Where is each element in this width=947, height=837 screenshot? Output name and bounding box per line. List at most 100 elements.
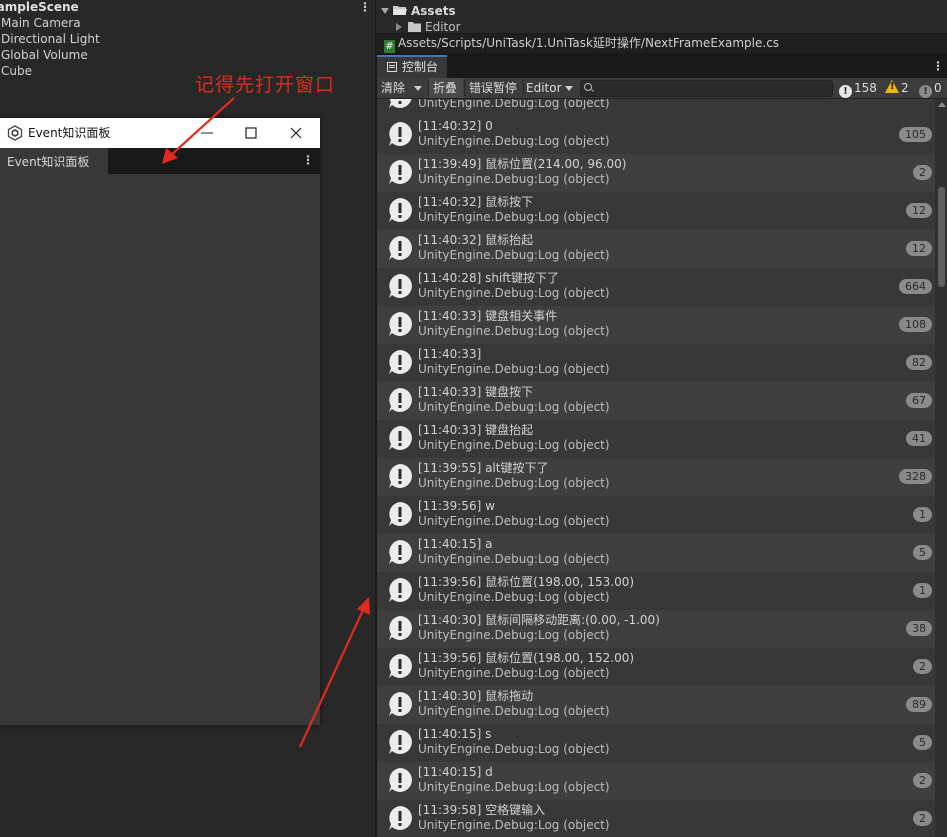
- log-entry[interactable]: [11:39:49] 鼠标位置(214.00, 96.00) UnityEngin…: [377, 154, 935, 192]
- clear-button[interactable]: 清除: [381, 78, 408, 98]
- log-entry[interactable]: [11:39:56] w UnityEngine.Debug:Log (objec…: [377, 496, 935, 534]
- hierarchy-item-directional-light[interactable]: Directional Light: [1, 31, 100, 47]
- log-count-badge: 89: [906, 697, 932, 712]
- info-icon: [389, 578, 412, 602]
- log-source: UnityEngine.Debug:Log (object): [418, 514, 610, 528]
- log-entry[interactable]: [11:40:28] shift键按下了 UnityEngine.Debug:Lo…: [377, 268, 935, 306]
- info-icon: [389, 464, 412, 488]
- log-entry[interactable]: [11:40:33] 键盘相关事件 UnityEngine.Debug:Log (…: [377, 306, 935, 344]
- log-message: [11:40:33] 键盘按下: [418, 385, 534, 399]
- console-icon: [387, 62, 397, 72]
- log-entry[interactable]: [11:40:33] 键盘抬起 UnityEngine.Debug:Log (ob…: [377, 420, 935, 458]
- log-count-badge: 41: [906, 431, 932, 446]
- log-entry[interactable]: [11:40:15] s UnityEngine.Debug:Log (objec…: [377, 724, 935, 762]
- collapse-toggle[interactable]: 折叠: [429, 78, 463, 98]
- editor-folder[interactable]: Editor: [396, 20, 461, 34]
- log-source: UnityEngine.Debug:Log (object): [418, 172, 610, 186]
- log-entry[interactable]: [11:39:58] 空格键输入 UnityEngine.Debug:Log (o…: [377, 800, 935, 837]
- log-source: UnityEngine.Debug:Log (object): [418, 210, 610, 224]
- annotation-text: 记得先打开窗口: [195, 74, 336, 96]
- log-count-badge: 2: [913, 773, 932, 788]
- warning-count-toggle[interactable]: 2: [885, 78, 909, 98]
- log-entry[interactable]: [11:40:32] 鼠标按下 UnityEngine.Debug:Log (ob…: [377, 192, 935, 230]
- assets-folder[interactable]: Assets: [381, 3, 456, 19]
- chevron-down-icon: [564, 86, 573, 91]
- log-count-badge: 664: [899, 279, 932, 294]
- log-source: UnityEngine.Debug:Log (object): [418, 666, 610, 680]
- log-count-badge: 1: [913, 507, 932, 522]
- log-source: UnityEngine.Debug:Log (object): [418, 742, 610, 756]
- log-source: UnityEngine.Debug:Log (object): [418, 362, 610, 376]
- log-message: [11:40:32] 鼠标按下: [418, 195, 534, 209]
- log-message: [11:40:33]: [418, 347, 482, 361]
- tab-console[interactable]: 控制台: [377, 55, 447, 78]
- log-message: [11:40:32] 0: [418, 119, 493, 133]
- log-entry[interactable]: [11:40:33] UnityEngine.Debug:Log (object)…: [377, 344, 935, 382]
- info-count-toggle[interactable]: ! 158: [839, 78, 877, 98]
- error-count: 0: [934, 81, 942, 95]
- scrollbar-thumb[interactable]: [938, 187, 945, 287]
- tab-event-knowledge[interactable]: Event知识面板: [0, 148, 108, 174]
- info-icon: [389, 274, 412, 298]
- log-entry[interactable]: [11:40:33] 键盘按下 UnityEngine.Debug:Log (ob…: [377, 382, 935, 420]
- warning-icon: [885, 80, 899, 93]
- log-entry[interactable]: [11:39:56] 鼠标位置(198.00, 153.00) UnityEngi…: [377, 572, 935, 610]
- folder-open-icon: [393, 6, 407, 15]
- log-message: [11:40:15] s: [418, 727, 492, 741]
- error-pause-toggle[interactable]: 错误暂停: [469, 78, 523, 98]
- hierarchy-menu-icon[interactable]: ⋮: [359, 0, 371, 14]
- window-menu-icon[interactable]: ⋮: [302, 153, 314, 167]
- window-tabbar: Event知识面板 ⋮: [0, 148, 320, 174]
- console-tab-label: 控制台: [402, 60, 439, 74]
- hierarchy-item-main-camera[interactable]: Main Camera: [1, 15, 81, 31]
- log-entry[interactable]: [11:39:56] 鼠标位置(198.00, 152.00) UnityEngi…: [377, 648, 935, 686]
- log-message: [11:39:58] 空格键输入: [418, 803, 546, 817]
- log-entry[interactable]: [11:40:32] 鼠标抬起 UnityEngine.Debug:Log (ob…: [377, 230, 935, 268]
- info-icon: [389, 388, 412, 412]
- clear-options-dropdown[interactable]: [411, 78, 425, 98]
- info-count: 158: [854, 81, 877, 95]
- editor-target-dropdown[interactable]: Editor: [526, 78, 576, 98]
- log-source: UnityEngine.Debug:Log (object): [418, 476, 610, 490]
- close-icon[interactable]: [289, 126, 303, 140]
- hierarchy-item-global-volume[interactable]: Global Volume: [1, 47, 88, 63]
- info-icon: [389, 122, 412, 146]
- info-icon: [389, 236, 412, 260]
- log-entry[interactable]: [11:40:15] d UnityEngine.Debug:Log (objec…: [377, 762, 935, 800]
- maximize-icon[interactable]: [244, 126, 258, 140]
- scroll-up-icon[interactable]: [938, 102, 946, 107]
- console-panel: 控制台 ⋮ 清除 折叠 错误暂停 Editor !158 2 !0 UnityE…: [376, 53, 947, 837]
- log-entry[interactable]: [11:40:30] 鼠标间隔移动距离:(0.00, -1.00) UnityEn…: [377, 610, 935, 648]
- info-icon: [389, 426, 412, 450]
- window-titlebar[interactable]: Event知识面板: [0, 118, 320, 148]
- console-search-input[interactable]: [580, 80, 833, 97]
- asset-path-bar: # Assets/Scripts/UniTask/1.UniTask延时操作/Ne…: [376, 33, 947, 53]
- log-message: [11:40:30] 鼠标间隔移动距离:(0.00, -1.00): [418, 613, 660, 627]
- log-count-badge: 2: [913, 165, 932, 180]
- console-scrollbar[interactable]: [935, 99, 947, 837]
- editor-target-label: Editor: [526, 81, 562, 95]
- collapse-arrow-icon[interactable]: [396, 23, 402, 31]
- window-title: Event知识面板: [28, 126, 111, 140]
- error-icon: !: [919, 85, 932, 98]
- log-entry[interactable]: [11:40:15] a UnityEngine.Debug:Log (objec…: [377, 534, 935, 572]
- scene-header[interactable]: SampleScene: [0, 0, 376, 15]
- log-entry[interactable]: [11:40:30] 鼠标拖动 UnityEngine.Debug:Log (ob…: [377, 686, 935, 724]
- log-entry[interactable]: [11:39:55] alt键按下了 UnityEngine.Debug:Log …: [377, 458, 935, 496]
- hierarchy-item-cube[interactable]: Cube: [1, 63, 32, 79]
- log-message: [11:39:56] 鼠标位置(198.00, 152.00): [418, 651, 635, 665]
- console-log-list[interactable]: UnityEngine.Debug:Log (object) [11:40:32…: [377, 99, 935, 837]
- expand-arrow-icon[interactable]: [381, 8, 389, 14]
- log-message: [11:40:32] 鼠标抬起: [418, 233, 534, 247]
- log-count-badge: 2: [913, 811, 932, 826]
- console-menu-icon[interactable]: ⋮: [932, 59, 944, 73]
- log-entry[interactable]: [11:40:32] 0 UnityEngine.Debug:Log (objec…: [377, 116, 935, 154]
- log-message: [11:39:56] w: [418, 499, 495, 513]
- info-icon: [389, 616, 412, 640]
- minimize-icon[interactable]: [200, 125, 214, 141]
- log-entry-partial[interactable]: UnityEngine.Debug:Log (object): [377, 99, 935, 116]
- log-count-badge: 2: [913, 659, 932, 674]
- log-source: UnityEngine.Debug:Log (object): [418, 628, 610, 642]
- error-count-toggle[interactable]: ! 0: [919, 78, 942, 98]
- script-hash-icon: #: [384, 40, 395, 53]
